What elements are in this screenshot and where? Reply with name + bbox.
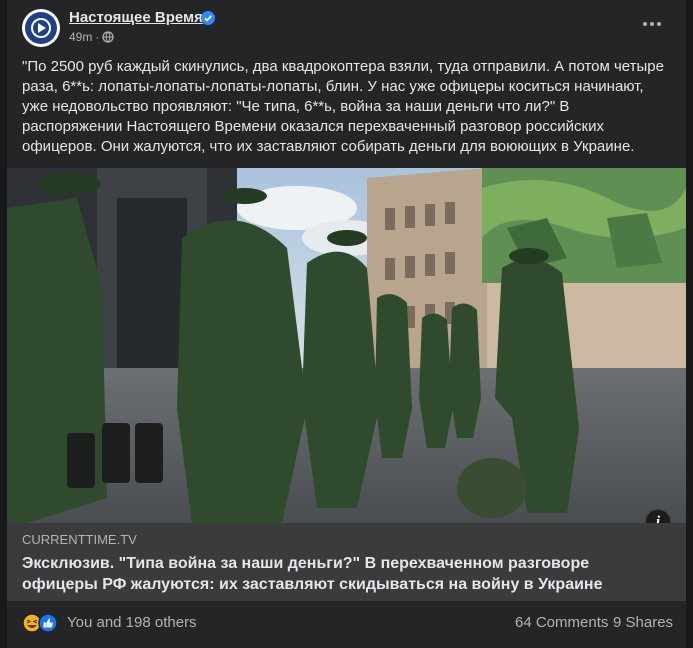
globe-icon xyxy=(102,31,114,43)
reaction-icons[interactable] xyxy=(22,613,68,633)
page-logo-icon xyxy=(25,12,57,44)
shares-count[interactable]: 9 Shares xyxy=(613,614,673,631)
page-avatar[interactable] xyxy=(22,9,60,47)
link-preview[interactable]: CURRENTTIME.TV Эксклюзив. "Типа война за… xyxy=(7,523,686,601)
post-text: "По 2500 руб каждый скинулись, два квадр… xyxy=(22,58,664,155)
more-options-icon[interactable] xyxy=(641,16,663,32)
meta-separator: · xyxy=(95,30,100,44)
reaction-count[interactable]: You and 198 others xyxy=(67,614,197,631)
link-title: Эксклюзив. "Типа война за наши деньги?" … xyxy=(22,555,603,593)
page-name[interactable]: Настоящее Время xyxy=(69,9,203,26)
post-time[interactable]: 49m xyxy=(69,30,92,44)
post-meta: 49m · xyxy=(69,30,114,44)
comments-count[interactable]: 64 Comments xyxy=(515,614,608,631)
verified-badge-icon xyxy=(201,11,215,25)
soldiers-photo-illustration xyxy=(7,168,686,523)
post-photo[interactable] xyxy=(7,168,686,523)
link-domain: CURRENTTIME.TV xyxy=(22,532,137,547)
post-card: Настоящее Время 49m · "По 2500 руб кажды… xyxy=(7,0,686,648)
like-reaction-icon xyxy=(38,613,58,633)
